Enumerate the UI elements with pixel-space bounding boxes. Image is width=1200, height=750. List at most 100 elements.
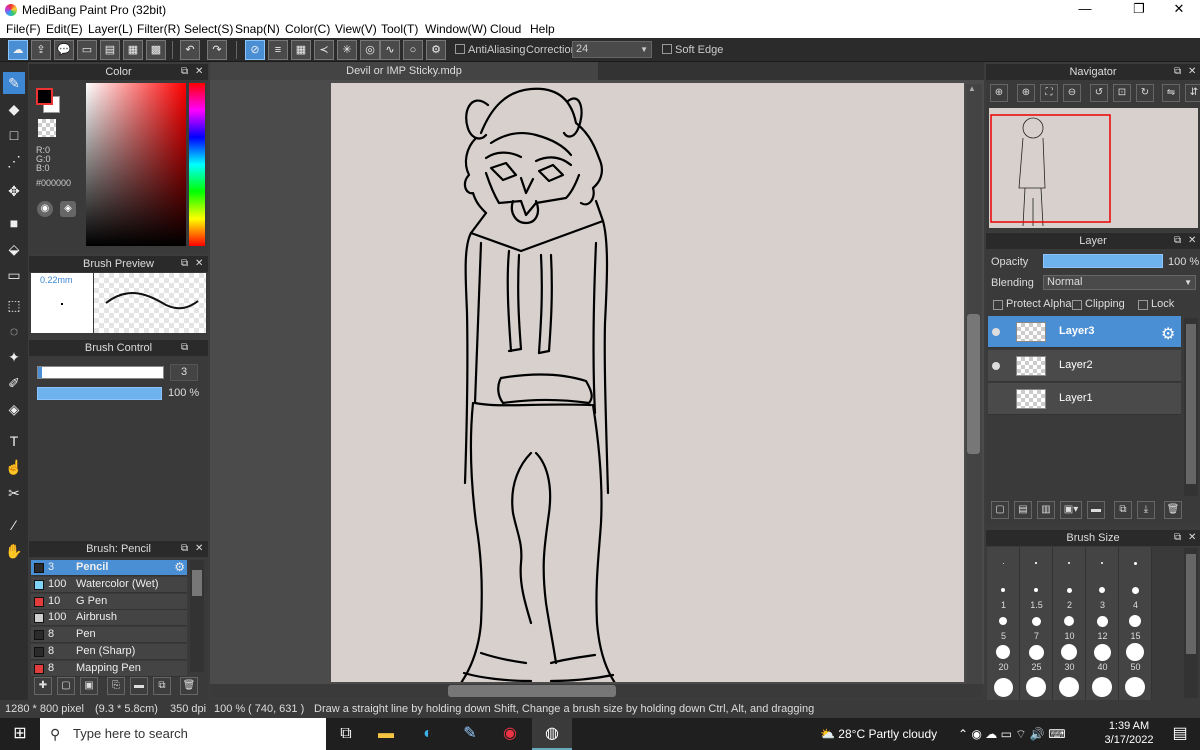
medibang-taskbar-icon[interactable]: ◍: [532, 718, 572, 750]
menu-tool[interactable]: Tool(T): [381, 22, 418, 36]
task-view-icon[interactable]: ⧉: [326, 718, 366, 750]
cloud-icon[interactable]: ☁: [8, 40, 28, 60]
chevron-up-icon[interactable]: ⌃: [958, 727, 968, 741]
close-icon[interactable]: ✕: [1188, 530, 1196, 546]
document-tab[interactable]: Devil or IMP Sticky.mdp: [210, 62, 598, 80]
antivirus-icon[interactable]: ◉: [971, 727, 981, 741]
layer-settings-gear-icon[interactable]: ⚙: [1161, 324, 1175, 344]
hue-slider[interactable]: [189, 83, 205, 246]
select-tool-icon[interactable]: ⬚: [3, 294, 25, 316]
brush-size-cell[interactable]: 10: [1053, 609, 1086, 642]
add-brush-icon[interactable]: ✚: [34, 677, 52, 695]
close-button[interactable]: ✕: [1156, 0, 1200, 20]
paint-app-icon[interactable]: ✎: [450, 718, 490, 750]
text-tool-icon[interactable]: T: [3, 430, 25, 452]
layer-scroll-thumb[interactable]: [1186, 324, 1196, 484]
brush-size-scroll-thumb[interactable]: [1186, 554, 1196, 654]
brush-size-cell[interactable]: 20: [987, 640, 1020, 673]
layer-row[interactable]: Layer2: [988, 349, 1181, 382]
brush-size-cell[interactable]: 25: [1020, 640, 1053, 673]
windows-start-icon[interactable]: ⊞: [0, 718, 40, 750]
brush-size-cell[interactable]: 40: [1086, 640, 1119, 673]
duplicate-brush-icon[interactable]: ⧉: [153, 677, 171, 695]
layer-row[interactable]: Layer1: [988, 383, 1181, 415]
foreground-color-swatch[interactable]: [36, 88, 53, 105]
brush-size-cell[interactable]: 12: [1086, 609, 1119, 642]
brush-list-scrollbar[interactable]: [190, 560, 204, 672]
menu-layer[interactable]: Layer(L): [88, 22, 133, 36]
chrome-browser-icon[interactable]: ◉: [490, 718, 530, 750]
protect-alpha-checkbox[interactable]: [993, 300, 1003, 310]
menu-file[interactable]: File(F): [6, 22, 41, 36]
menu-help[interactable]: Help: [530, 22, 555, 36]
menu-filter[interactable]: Filter(R): [137, 22, 180, 36]
popout-icon[interactable]: ⧉: [1174, 233, 1181, 249]
page-icon[interactable]: ▤: [100, 40, 120, 60]
brush-opacity-slider[interactable]: [37, 387, 162, 400]
brush-tool-icon[interactable]: ✎: [3, 72, 25, 94]
brush-size-cell[interactable]: [987, 547, 1020, 580]
brush-size-scrollbar[interactable]: [1184, 548, 1198, 698]
grid-layout-icon[interactable]: ▩: [146, 40, 166, 60]
brush-size-cell[interactable]: [1086, 547, 1119, 580]
brush-import-icon[interactable]: ⎘: [107, 677, 125, 695]
delete-brush-icon[interactable]: 🗑: [180, 677, 198, 695]
rectangle-tool-icon[interactable]: □: [3, 124, 25, 146]
snap-off-icon[interactable]: ⊘: [245, 40, 265, 60]
clock-time[interactable]: 1:39 AM: [1104, 720, 1154, 732]
divide-tool-icon[interactable]: ✂: [3, 482, 25, 504]
brush-size-cell[interactable]: 7: [1020, 609, 1053, 642]
brush-list-scroll-thumb[interactable]: [192, 570, 202, 596]
select-eraser-tool-icon[interactable]: ◈: [3, 398, 25, 420]
close-icon[interactable]: ✕: [195, 541, 203, 557]
zoom-out-icon[interactable]: ⊖: [1063, 84, 1081, 102]
brush-preset-icon[interactable]: ▣: [80, 677, 98, 695]
popout-icon[interactable]: ⧉: [181, 64, 188, 80]
layer-opacity-slider[interactable]: [1043, 254, 1163, 268]
hand-tool-icon[interactable]: ✋: [3, 540, 25, 562]
popout-icon[interactable]: ⧉: [1174, 530, 1181, 546]
brush-size-cell[interactable]: 3: [1086, 578, 1119, 611]
layer-row[interactable]: Layer3: [988, 316, 1181, 348]
minimize-button[interactable]: —: [1062, 0, 1108, 20]
select-pen-tool-icon[interactable]: ✐: [3, 372, 25, 394]
curve-snap-icon[interactable]: ∿: [380, 40, 400, 60]
speech-bubble-icon[interactable]: 💬: [54, 40, 74, 60]
clock-date[interactable]: 3/17/2022: [1099, 734, 1159, 746]
eyedropper-tool-icon[interactable]: ⁄: [3, 514, 25, 536]
new-layer-icon[interactable]: ▢: [991, 501, 1009, 519]
weather-widget[interactable]: ⛅ 28°C Partly cloudy: [820, 718, 937, 750]
popout-icon[interactable]: ⧉: [181, 340, 188, 356]
brush-size-cell[interactable]: 2: [1053, 578, 1086, 611]
close-icon[interactable]: ✕: [195, 256, 203, 272]
volume-icon[interactable]: 🔊: [1030, 727, 1045, 741]
canvas-horizontal-scrollbar[interactable]: [212, 684, 982, 698]
scroll-up-icon[interactable]: ▲: [968, 84, 976, 93]
color-saturation-picker[interactable]: [86, 83, 186, 246]
undo-icon[interactable]: ↶: [180, 40, 200, 60]
drawing-canvas[interactable]: [331, 83, 964, 682]
rotate-right-icon[interactable]: ↻: [1136, 84, 1154, 102]
close-icon[interactable]: ✕: [1188, 233, 1196, 249]
gradient-tool-icon[interactable]: ▭: [3, 264, 25, 286]
reset-view-icon[interactable]: ⊡: [1113, 84, 1131, 102]
menu-snap[interactable]: Snap(N): [235, 22, 280, 36]
close-icon[interactable]: ✕: [195, 64, 203, 80]
radial-snap-icon[interactable]: ✳: [337, 40, 357, 60]
magic-wand-tool-icon[interactable]: ✦: [3, 346, 25, 368]
grid-snap-icon[interactable]: ▦: [291, 40, 311, 60]
battery-icon[interactable]: ▭: [1001, 727, 1012, 741]
menu-window[interactable]: Window(W): [425, 22, 487, 36]
brush-size-cell[interactable]: 1: [987, 578, 1020, 611]
snap-settings-icon[interactable]: ⚙: [426, 40, 446, 60]
brush-size-cell[interactable]: 4: [1119, 578, 1152, 611]
brush-size-cell[interactable]: 50: [1119, 640, 1152, 673]
close-icon[interactable]: ✕: [1188, 64, 1196, 80]
operation-tool-icon[interactable]: ☝: [3, 456, 25, 478]
brush-size-cell[interactable]: 5: [987, 609, 1020, 642]
brush-folder-icon[interactable]: ▬: [130, 677, 148, 695]
flip-vertical-icon[interactable]: ⇵: [1185, 84, 1200, 102]
antialiasing-checkbox[interactable]: [455, 44, 465, 54]
bucket-tool-icon[interactable]: ⬙: [3, 238, 25, 260]
perspective-snap-icon[interactable]: ≺: [314, 40, 334, 60]
